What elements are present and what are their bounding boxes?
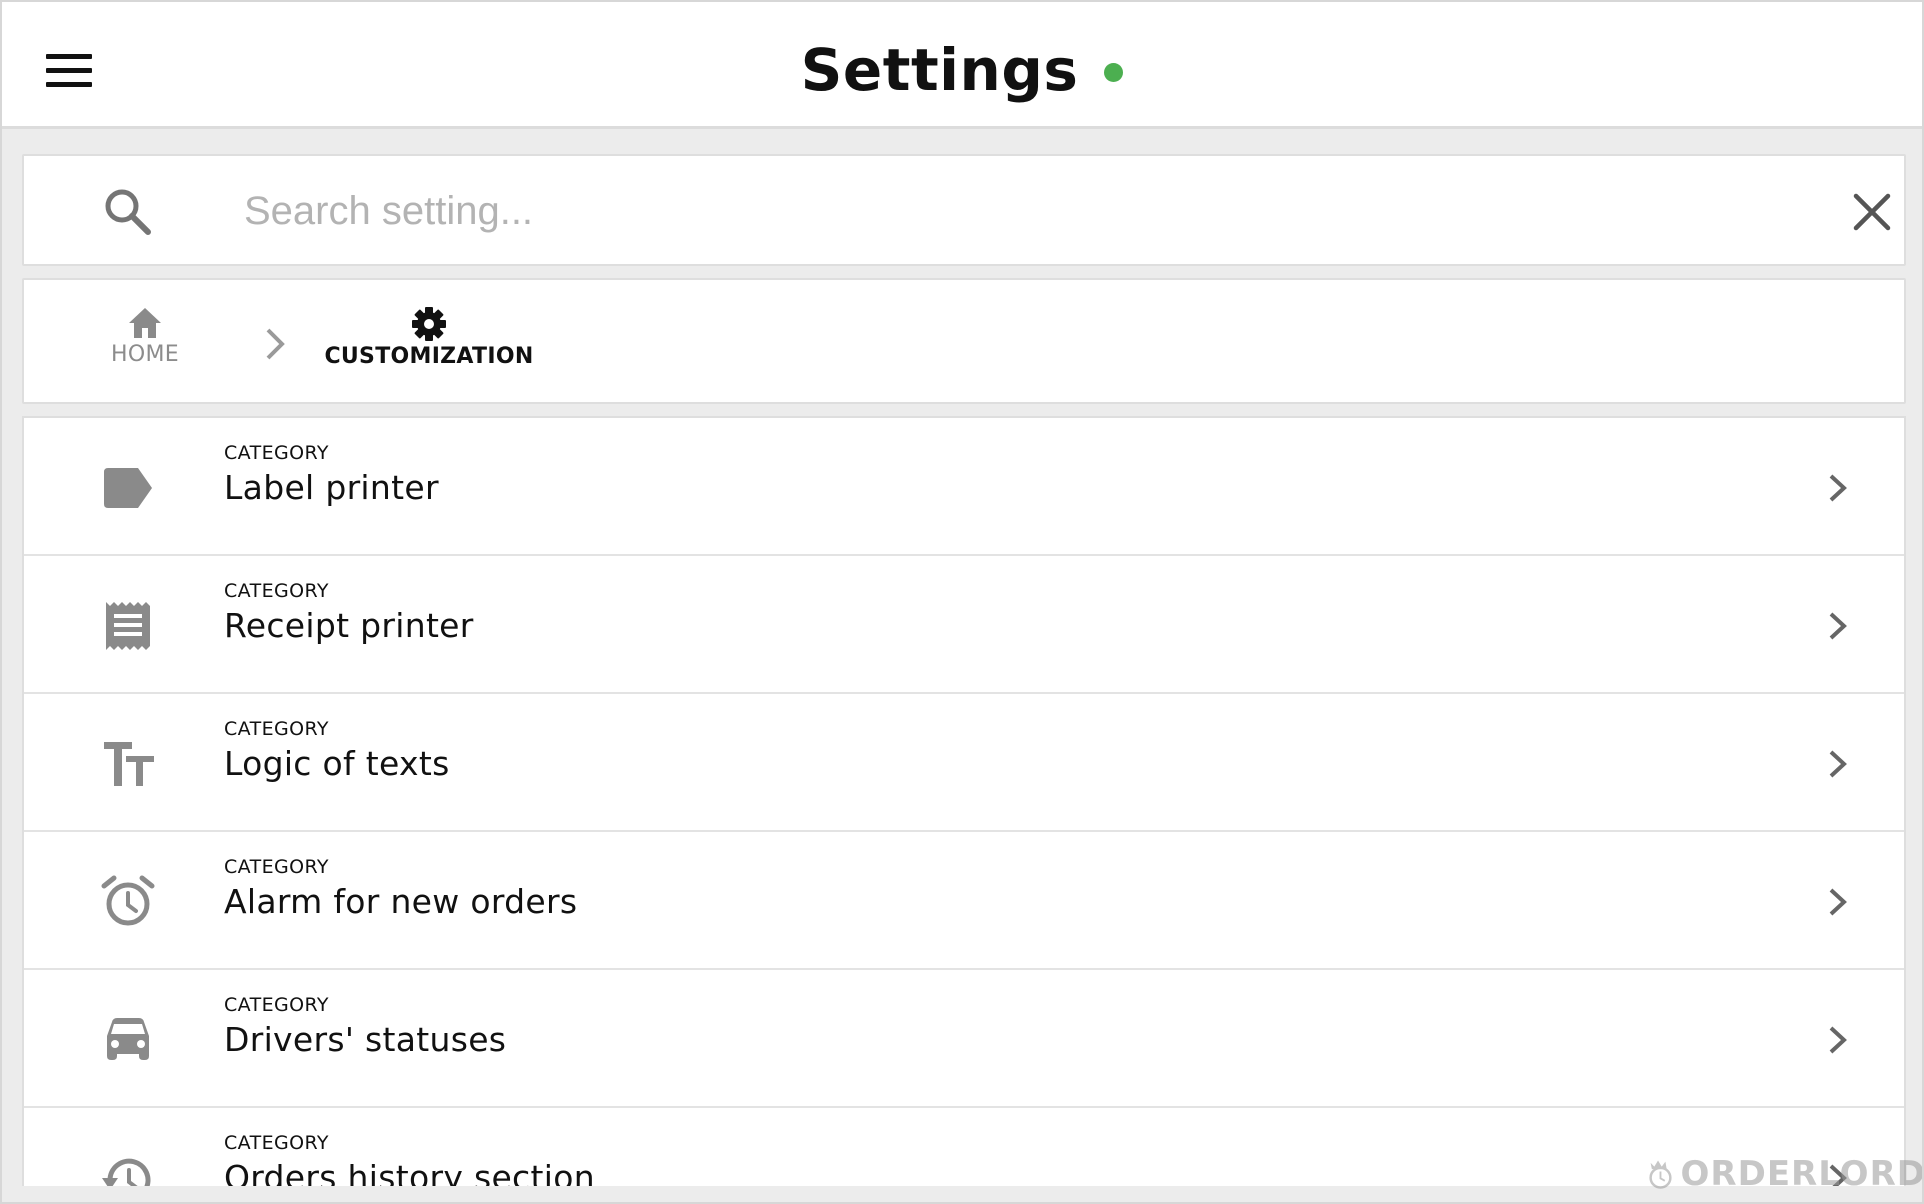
category-kicker: CATEGORY xyxy=(224,718,329,740)
category-kicker: CATEGORY xyxy=(224,856,329,878)
text-size-icon xyxy=(104,742,154,786)
category-alarm-for-new-orders[interactable]: CATEGORY Alarm for new orders xyxy=(24,832,1904,970)
category-list: CATEGORY Label printer CATEGORY Receipt … xyxy=(22,416,1906,1186)
category-title: Alarm for new orders xyxy=(224,882,578,921)
home-icon xyxy=(129,308,161,338)
search-icon xyxy=(105,189,151,235)
category-title: Logic of texts xyxy=(224,744,450,783)
alarm-icon xyxy=(101,875,155,926)
app-frame: Settings HOME xyxy=(0,0,1924,1204)
category-logic-of-texts[interactable]: CATEGORY Logic of texts xyxy=(24,694,1904,832)
breadcrumb-home-label: HOME xyxy=(111,342,179,367)
watermark-text: ORDERLORD xyxy=(1680,1154,1924,1194)
category-kicker: CATEGORY xyxy=(224,442,329,464)
close-icon[interactable] xyxy=(1844,184,1900,240)
breadcrumb: HOME CUSTOMIZATION xyxy=(22,278,1906,404)
category-title: Drivers' statuses xyxy=(224,1020,507,1059)
label-icon xyxy=(104,468,152,508)
orderlord-watermark: ORDERLORD xyxy=(1642,1142,1924,1202)
category-orders-history-section[interactable]: CATEGORY Orders history section xyxy=(24,1108,1904,1186)
history-icon xyxy=(102,1158,151,1186)
category-label-printer[interactable]: CATEGORY Label printer xyxy=(24,418,1904,556)
category-title: Label printer xyxy=(224,468,439,507)
chevron-right-icon xyxy=(1829,750,1847,778)
title-wrap: Settings xyxy=(2,32,1922,108)
category-title: Receipt printer xyxy=(224,606,474,645)
connection-status-dot xyxy=(1104,62,1124,82)
app-header: Settings xyxy=(2,2,1922,129)
chevron-right-icon xyxy=(1829,1026,1847,1054)
breadcrumb-customization-label: CUSTOMIZATION xyxy=(324,344,534,369)
category-kicker: CATEGORY xyxy=(224,994,329,1016)
category-drivers-statuses[interactable]: CATEGORY Drivers' statuses xyxy=(24,970,1904,1108)
chevron-right-icon xyxy=(1829,474,1847,502)
orderlord-logo-icon xyxy=(1649,1160,1672,1189)
page-title: Settings xyxy=(800,36,1079,104)
category-kicker: CATEGORY xyxy=(224,1132,329,1154)
chevron-right-icon xyxy=(1829,888,1847,916)
chevron-right-icon xyxy=(266,328,285,360)
gear-icon xyxy=(412,307,446,341)
search-input[interactable] xyxy=(244,178,1744,244)
breadcrumb-home[interactable]: HOME xyxy=(80,306,210,386)
category-title: Orders history section xyxy=(224,1158,595,1186)
category-receipt-printer[interactable]: CATEGORY Receipt printer xyxy=(24,556,1904,694)
receipt-icon xyxy=(106,602,150,650)
search-bar xyxy=(22,154,1906,266)
chevron-right-icon xyxy=(1829,612,1847,640)
breadcrumb-customization[interactable]: CUSTOMIZATION xyxy=(314,306,544,386)
car-icon xyxy=(107,1018,149,1060)
category-kicker: CATEGORY xyxy=(224,580,329,602)
